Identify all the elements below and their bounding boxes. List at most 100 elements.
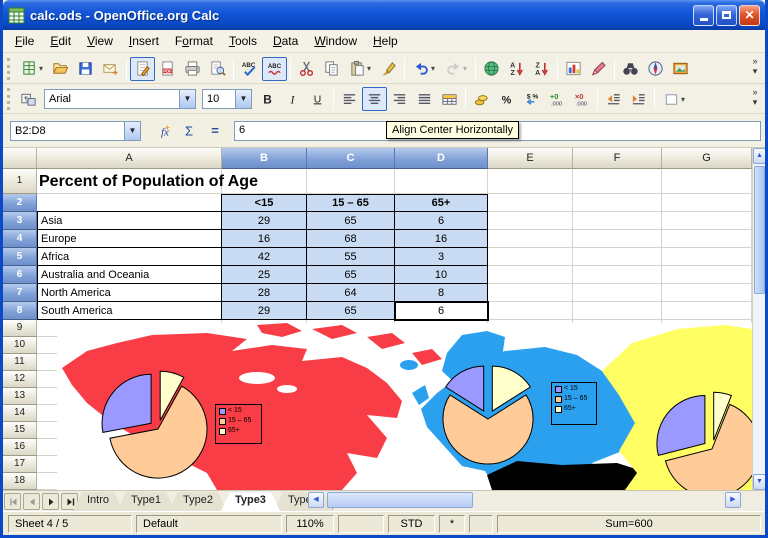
row-header-11[interactable]: 11 (3, 354, 37, 371)
maximize-button[interactable] (716, 5, 737, 26)
cell-D7[interactable]: 8 (395, 284, 488, 302)
toolbar-grip[interactable] (7, 58, 12, 80)
chart-legend-europe[interactable]: < 1515 – 6565+ (551, 382, 597, 425)
send-email-button[interactable] (98, 57, 123, 81)
toolbar-overflow-button[interactable]: »▾ (748, 87, 762, 107)
toolbar-grip[interactable] (7, 88, 12, 110)
column-header-E[interactable]: E (488, 148, 573, 169)
select-all-corner[interactable] (3, 148, 37, 169)
justified-button[interactable] (412, 87, 437, 111)
export-pdf-button[interactable]: PDF (155, 57, 180, 81)
chevron-down-icon[interactable]: ▾ (367, 64, 371, 73)
standard-format-button[interactable]: $% (519, 87, 544, 111)
equals-icon[interactable]: = (202, 120, 228, 142)
title-bar[interactable]: calc.ods - OpenOffice.org Calc ✕ (3, 0, 765, 30)
tab-first-button[interactable] (4, 493, 21, 510)
cell-A7[interactable]: North America (37, 284, 222, 302)
sort-descending-button[interactable]: ZA (529, 57, 554, 81)
align-center-button[interactable] (362, 87, 387, 111)
percent-button[interactable]: % (494, 87, 519, 111)
row-header-10[interactable]: 10 (3, 337, 37, 354)
edit-file-button[interactable] (130, 57, 155, 81)
toolbar-overflow-button[interactable]: »▾ (748, 56, 762, 76)
autospellcheck-button[interactable]: ABC (262, 57, 287, 81)
vertical-scrollbar[interactable]: ▲ ▼ (752, 148, 765, 490)
cell-B8[interactable]: 29 (222, 302, 307, 320)
row-header-6[interactable]: 6 (3, 266, 37, 284)
scroll-right-icon[interactable]: ▶ (725, 492, 741, 508)
chevron-down-icon[interactable]: ▼ (124, 122, 140, 140)
sum-icon[interactable]: Σ (176, 120, 202, 142)
spreadsheet-grid[interactable]: ABCDEFG123456789101112131415161718 < 151… (3, 148, 752, 490)
cell-C5[interactable]: 55 (307, 248, 395, 266)
menu-edit[interactable]: Edit (42, 31, 79, 51)
cell-B7[interactable]: 28 (222, 284, 307, 302)
font-name-combo[interactable]: Arial▼ (44, 89, 196, 109)
cell-D6[interactable]: 10 (395, 266, 488, 284)
vertical-scroll-thumb[interactable] (754, 166, 765, 294)
menu-file[interactable]: File (7, 31, 42, 51)
row-header-9[interactable]: 9 (3, 320, 37, 337)
gallery-button[interactable] (668, 57, 693, 81)
scroll-up-icon[interactable]: ▲ (753, 148, 766, 164)
find-replace-button[interactable] (618, 57, 643, 81)
cell-C6[interactable]: 65 (307, 266, 395, 284)
delete-decimal-button[interactable]: ×0.000 (569, 87, 594, 111)
row-header-15[interactable]: 15 (3, 422, 37, 439)
sort-ascending-button[interactable]: AZ (504, 57, 529, 81)
column-header-C[interactable]: C (307, 148, 395, 169)
cell-B5[interactable]: 42 (222, 248, 307, 266)
menu-help[interactable]: Help (365, 31, 406, 51)
italic-button[interactable]: I (280, 87, 305, 111)
sheet-tab-type3[interactable]: Type3 (221, 492, 280, 511)
cell-B3[interactable]: 29 (222, 212, 307, 230)
cell-A2[interactable] (37, 194, 222, 212)
save-button[interactable] (73, 57, 98, 81)
cell-D5[interactable]: 3 (395, 248, 488, 266)
format-paintbrush-button[interactable] (376, 57, 401, 81)
navigator-button[interactable] (643, 57, 668, 81)
chevron-down-icon[interactable]: ▾ (463, 64, 467, 73)
cell-C8[interactable]: 65 (307, 302, 395, 320)
decrease-indent-button[interactable] (601, 87, 626, 111)
cell-C3[interactable]: 65 (307, 212, 395, 230)
draw-functions-button[interactable] (586, 57, 611, 81)
cell-C2[interactable]: 15 – 65 (307, 194, 395, 212)
add-decimal-button[interactable]: +0.000 (544, 87, 569, 111)
tab-next-button[interactable] (42, 493, 59, 510)
row-header-1[interactable]: 1 (3, 169, 37, 194)
cell-C4[interactable]: 68 (307, 230, 395, 248)
open-button[interactable] (48, 57, 73, 81)
scroll-down-icon[interactable]: ▼ (753, 474, 766, 490)
cut-button[interactable] (294, 57, 319, 81)
cell-D8[interactable]: 6 (395, 302, 488, 320)
underline-button[interactable]: U (305, 87, 330, 111)
row-header-3[interactable]: 3 (3, 212, 37, 230)
menu-tools[interactable]: Tools (221, 31, 265, 51)
menu-format[interactable]: Format (167, 31, 221, 51)
merge-cells-button[interactable] (437, 87, 462, 111)
status-selection-mode[interactable]: STD (388, 515, 435, 533)
menu-insert[interactable]: Insert (121, 31, 167, 51)
styles-button[interactable]: ¶ (16, 87, 41, 111)
name-box[interactable]: B2:D8 ▼ (10, 121, 141, 141)
chevron-down-icon[interactable]: ▾ (431, 64, 435, 73)
menu-window[interactable]: Window (306, 31, 365, 51)
menu-data[interactable]: Data (265, 31, 306, 51)
spellcheck-button[interactable]: ABC (237, 57, 262, 81)
borders-button[interactable]: ▾ (658, 87, 690, 111)
status-sum[interactable]: Sum=600 (497, 515, 761, 533)
cell-A6[interactable]: Australia and Oceania (37, 266, 222, 284)
cell-A1-title[interactable]: Percent of Population of Age (39, 169, 258, 194)
row-header-12[interactable]: 12 (3, 371, 37, 388)
column-header-A[interactable]: A (37, 148, 222, 169)
hyperlink-button[interactable] (479, 57, 504, 81)
print-button[interactable] (180, 57, 205, 81)
page-preview-button[interactable] (205, 57, 230, 81)
minimize-button[interactable] (693, 5, 714, 26)
chevron-down-icon[interactable]: ▾ (681, 95, 685, 104)
chart-legend-north-america[interactable]: < 1515 – 6565+ (215, 404, 262, 444)
column-header-F[interactable]: F (573, 148, 662, 169)
row-header-16[interactable]: 16 (3, 439, 37, 456)
function-wizard-icon[interactable]: fx (150, 120, 176, 142)
